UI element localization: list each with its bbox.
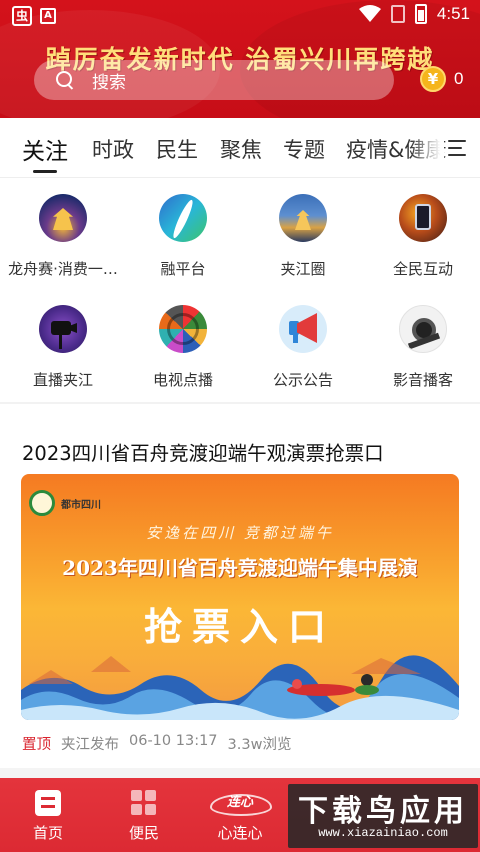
grid-item-dragon-boat[interactable]: 龙舟赛·消费一… [3, 194, 123, 279]
watermark-text: 下载鸟应用 [298, 794, 468, 829]
category-tabs: 关注 时政 民生 聚焦 专题 疫情&健康 [0, 118, 480, 178]
grid-item-interaction[interactable]: 全民互动 [363, 194, 480, 279]
article-meta: 置顶 夹江发布 06-10 13:17 3.3w浏览 [22, 733, 291, 754]
grid-item-fusion-platform[interactable]: 融平台 [123, 194, 243, 279]
notification-app-icon: 虫 [12, 6, 32, 26]
heart-link-icon: 连心 [210, 790, 272, 816]
status-time: 4:51 [436, 4, 470, 23]
search-icon [56, 71, 74, 89]
notification-app-icon-2: A [40, 8, 56, 24]
banner-logo-text: 都市四川 [61, 500, 101, 511]
banner-main-text: 抢票入口 [143, 604, 336, 649]
article-time: 06-10 13:17 [129, 733, 218, 749]
top-header: 虫 A 4:51 踔厉奋发新时代 治蜀兴川再跨越 搜索 ¥ 0 [0, 0, 480, 118]
dragon-boat-icon [39, 194, 87, 242]
podcast-icon [399, 305, 447, 353]
tab-livelihood[interactable]: 民生 [156, 134, 198, 164]
tv-vod-icon [159, 305, 207, 353]
megaphone-icon [279, 305, 327, 353]
grid-label: 电视点播 [152, 371, 213, 389]
quick-access-grid: 龙舟赛·消费一… 融平台 夹江圈 全民互动 直播夹江 电视点播 公示公告 影音播… [0, 180, 480, 402]
sim-icon [390, 5, 405, 23]
grid-label: 全民互动 [392, 260, 453, 278]
grid-label: 直播夹江 [32, 371, 93, 389]
nav-home[interactable]: 首页 [8, 790, 88, 843]
active-tab-indicator [33, 170, 57, 173]
sichuan-logo-icon [29, 490, 55, 516]
grid-label: 影音播客 [392, 371, 453, 389]
feed-separator [0, 768, 480, 778]
tab-topics[interactable]: 专题 [283, 134, 325, 164]
coin-icon: ¥ [420, 66, 446, 92]
grid-item-announcement[interactable]: 公示公告 [243, 305, 363, 390]
fusion-platform-icon [159, 194, 207, 242]
grid-label: 龙舟赛·消费一… [8, 260, 118, 278]
tabs-fade [410, 118, 444, 176]
tab-politics[interactable]: 时政 [92, 134, 134, 164]
banner-subtitle: 安逸在四川 竞都过端午 [146, 524, 334, 542]
watermark-url: www.xiazainiao.com [318, 826, 448, 840]
banner-headline: 2023年四川省百舟竞渡迎端午集中展演 [62, 556, 418, 580]
pinned-badge: 置顶 [22, 737, 51, 753]
grid-item-jiajiang-circle[interactable]: 夹江圈 [243, 194, 363, 279]
grid-label: 公示公告 [272, 371, 333, 389]
article-source: 夹江发布 [61, 737, 119, 753]
grid-item-podcast[interactable]: 影音播客 [363, 305, 480, 390]
nav-label: 心连心 [217, 824, 263, 842]
interaction-icon [399, 194, 447, 242]
home-icon [35, 790, 61, 816]
status-bar: 虫 A 4:51 [0, 0, 480, 32]
article-banner-image[interactable]: 都市四川 安逸在四川 竞都过端午 2023年四川省百舟竞渡迎端午集中展演 抢票入… [21, 474, 459, 720]
nav-label: 首页 [32, 824, 63, 842]
services-grid-icon [131, 790, 157, 816]
banner-wave-decoration [21, 655, 459, 720]
tab-focus[interactable]: 聚焦 [220, 134, 262, 164]
tab-follow[interactable]: 关注 [22, 132, 68, 166]
nav-heart-link[interactable]: 连心 心连心 [200, 790, 280, 843]
grid-label: 夹江圈 [280, 260, 326, 278]
battery-icon [414, 4, 427, 24]
coin-balance[interactable]: ¥ 0 [420, 66, 463, 92]
live-camera-icon [39, 305, 87, 353]
nav-services[interactable]: 便民 [104, 790, 184, 843]
article-views: 3.3w浏览 [227, 737, 292, 753]
coin-count: 0 [454, 69, 464, 88]
grid-item-tv-vod[interactable]: 电视点播 [123, 305, 243, 390]
nav-label: 便民 [128, 824, 159, 842]
wifi-icon [358, 5, 381, 22]
grid-label: 融平台 [160, 260, 206, 278]
grid-item-live[interactable]: 直播夹江 [3, 305, 123, 390]
section-divider [0, 402, 480, 404]
tab-menu-icon[interactable] [448, 140, 466, 156]
search-bar[interactable]: 搜索 [34, 60, 394, 100]
article-title[interactable]: 2023四川省百舟竞渡迎端午观演票抢票口 [22, 437, 384, 466]
search-placeholder: 搜索 [92, 72, 126, 93]
jiajiang-circle-icon [279, 194, 327, 242]
watermark-overlay: 下载鸟应用 www.xiazainiao.com [288, 784, 478, 848]
